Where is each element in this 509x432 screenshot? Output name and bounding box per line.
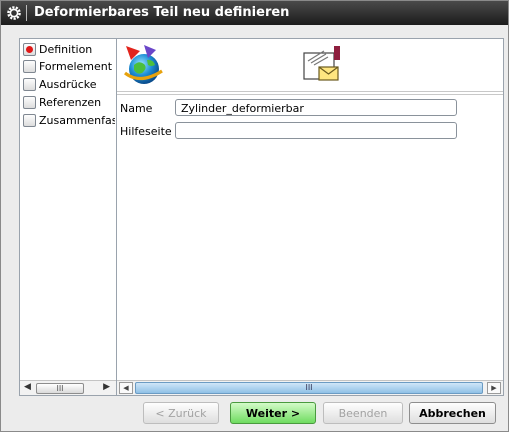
scroll-right-arrow-icon[interactable]: ▶ xyxy=(487,382,501,394)
header-divider xyxy=(117,94,503,95)
next-button[interactable]: Weiter > xyxy=(230,402,316,424)
step-item-zusammenfassung[interactable]: Zusammenfas xyxy=(23,113,115,129)
hilfeseite-label: Hilfeseite xyxy=(120,125,172,138)
panel-horizontal-scrollbar[interactable]: ◀ III ▶ xyxy=(117,380,503,395)
scrollbar-thumb[interactable]: III xyxy=(135,382,483,394)
window-title: Deformierbares Teil neu definieren xyxy=(34,5,290,20)
step-label: Zusammenfas xyxy=(39,114,115,127)
step-indicator-icon xyxy=(23,77,36,91)
scroll-left-arrow-icon[interactable]: ◀ xyxy=(119,382,133,394)
dialog-window: Deformierbares Teil neu definieren Defin… xyxy=(0,0,509,432)
step-label: Definition xyxy=(39,43,93,56)
hilfeseite-input[interactable] xyxy=(175,122,457,139)
step-item-formelement[interactable]: Formelement xyxy=(23,59,115,75)
header-divider xyxy=(117,91,503,92)
step-label: Ausdrücke xyxy=(39,78,97,91)
step-list-horizontal-scrollbar[interactable]: ◀ III ▶ xyxy=(20,380,116,395)
title-separator xyxy=(26,5,27,21)
scroll-right-arrow-icon[interactable]: ▶ xyxy=(103,382,110,392)
step-item-definition[interactable]: Definition xyxy=(23,42,115,58)
scrollbar-thumb[interactable]: III xyxy=(36,383,84,394)
gear-icon[interactable] xyxy=(6,5,22,21)
step-label: Formelement xyxy=(39,60,113,73)
step-indicator-icon xyxy=(23,59,36,73)
active-step-indicator-icon xyxy=(23,42,36,56)
step-indicator-icon xyxy=(23,113,36,127)
step-label: Referenzen xyxy=(39,96,102,109)
definition-panel: Name Zylinder_deformierbar Hilfeseite ◀ … xyxy=(116,38,504,396)
step-item-referenzen[interactable]: Referenzen xyxy=(23,95,115,111)
document-envelope-icon xyxy=(303,46,340,81)
name-input[interactable]: Zylinder_deformierbar xyxy=(175,99,457,116)
step-indicator-icon xyxy=(23,95,36,109)
step-list: Definition Formelement Ausdrücke Referen… xyxy=(19,38,117,396)
finish-button[interactable]: Beenden xyxy=(323,402,403,424)
title-bar[interactable]: Deformierbares Teil neu definieren xyxy=(1,1,508,25)
back-button[interactable]: < Zurück xyxy=(143,402,219,424)
globe-arrow-icon xyxy=(124,45,163,84)
scroll-left-arrow-icon[interactable]: ◀ xyxy=(24,382,31,392)
cancel-button[interactable]: Abbrechen xyxy=(409,402,496,424)
step-item-ausdruecke[interactable]: Ausdrücke xyxy=(23,77,115,93)
name-label: Name xyxy=(120,102,153,115)
